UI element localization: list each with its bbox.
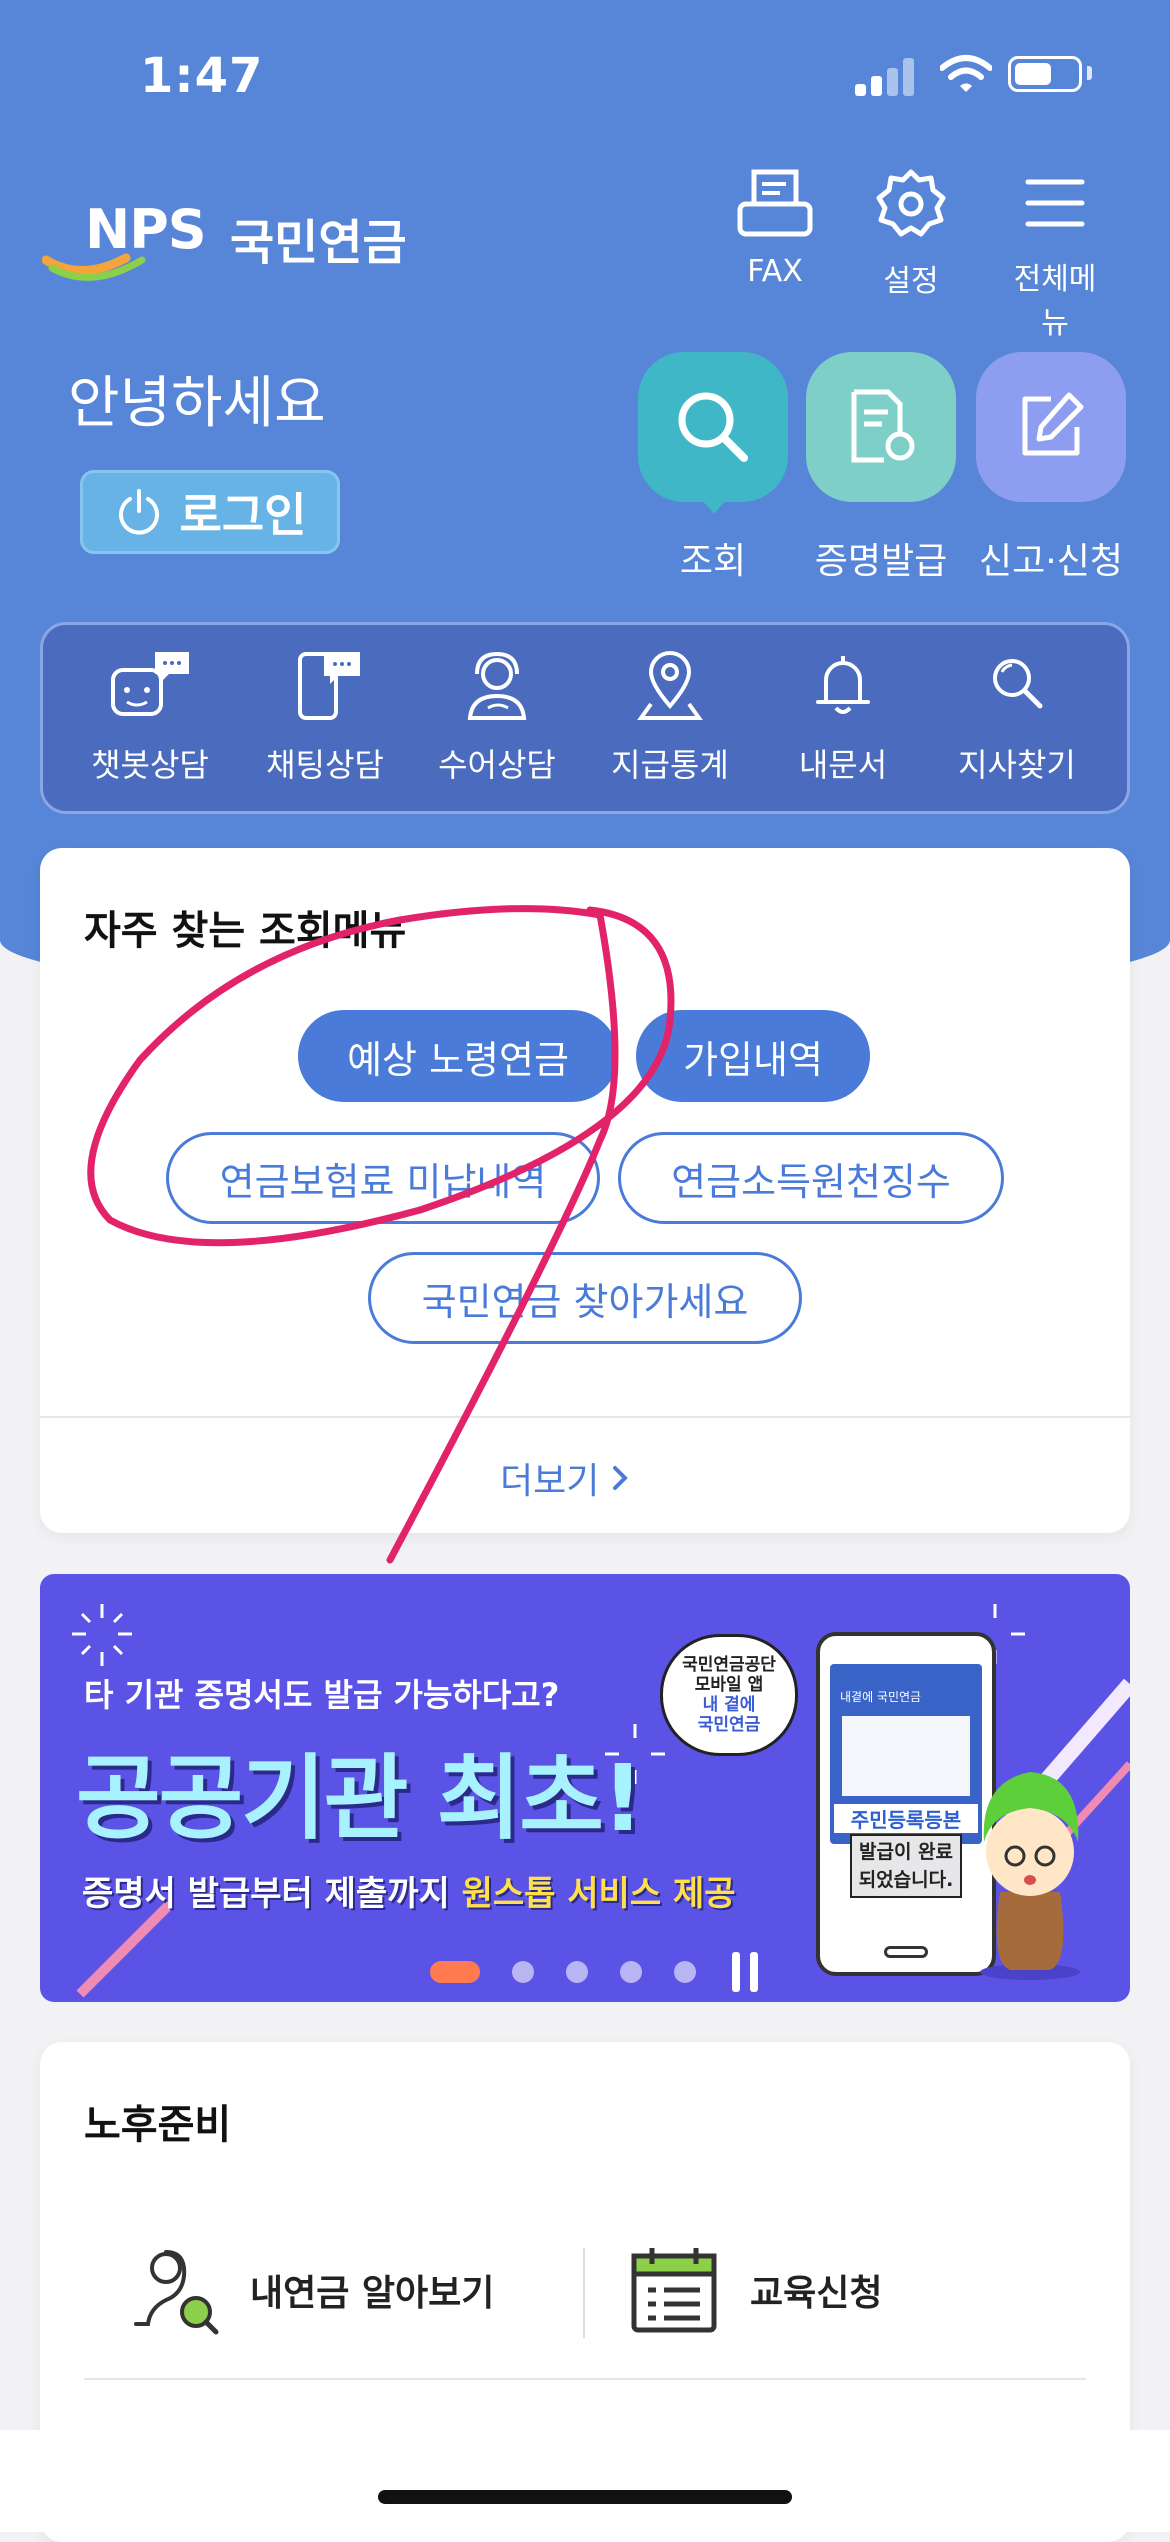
banner-subline: 증명서 발급부터 제출까지 원스톱 서비스 제공 xyxy=(82,1866,736,1915)
bubble-line4: 국민연금 xyxy=(697,1715,761,1735)
phone-header: 내곁에 국민연금 xyxy=(840,1690,922,1704)
branch-finder-label: 지사찾기 xyxy=(958,746,1076,784)
banner-headline: 공공기관 최초! xyxy=(76,1745,644,1852)
mascot-character xyxy=(980,1772,1080,1980)
login-label: 로그인 xyxy=(179,488,307,542)
settings-label: 설정 xyxy=(883,264,939,299)
edit-icon xyxy=(1022,392,1084,456)
map-pin-icon xyxy=(637,651,703,720)
menu-documents[interactable]: 내문서 xyxy=(758,648,928,786)
greeting-text: 안녕하세요 xyxy=(68,371,326,436)
page-dot[interactable] xyxy=(512,1961,534,1983)
report-tile xyxy=(976,352,1126,502)
retirement-item-pension[interactable]: 내연금 알아보기 xyxy=(126,2242,494,2338)
statistics-label: 지급통계 xyxy=(611,746,729,784)
pension-search-icon xyxy=(134,2250,219,2335)
bell-icon xyxy=(816,656,870,714)
page-dot-active[interactable] xyxy=(430,1961,480,1983)
retirement-item-education[interactable]: 교육신청 xyxy=(626,2242,882,2338)
chatbot-label: 챗봇상담 xyxy=(91,746,209,784)
calendar-icon xyxy=(631,2248,717,2333)
signal-icon xyxy=(855,58,915,96)
fax-label: FAX xyxy=(747,254,803,289)
banner-sub-highlight: 원스톱 서비스 제공 xyxy=(461,1874,736,1914)
retirement-divider xyxy=(84,2378,1086,2380)
banner-question: 타 기관 증명서도 발급 가능하다고? xyxy=(84,1676,560,1714)
chatbot-icon xyxy=(111,652,189,716)
menu-chatbot[interactable]: 챗봇상담 xyxy=(65,648,235,786)
all-menu-label: 전체메뉴 xyxy=(1013,262,1097,341)
menu-sign-language[interactable]: 수어상담 xyxy=(412,648,582,786)
documents-label: 내문서 xyxy=(798,746,888,784)
quick-action-certificate[interactable]: 증명발급 xyxy=(806,352,956,582)
quick-action-lookup[interactable]: 조회 xyxy=(638,352,788,582)
phone-msg1: 발급이 완료 xyxy=(858,1841,953,1863)
phone-mockup: 내곁에 국민연금 주민등록등본 발급이 완료 되었습니다. xyxy=(816,1632,996,1976)
education-item-label: 교육신청 xyxy=(750,2273,883,2314)
battery-icon xyxy=(1008,56,1082,92)
bubble-line2: 모바일 앱 xyxy=(694,1675,764,1695)
banner-sub-prefix: 증명서 발급부터 제출까지 xyxy=(82,1874,462,1914)
phone-message: 발급이 완료 되었습니다. xyxy=(850,1834,962,1898)
logo-brand: NPS xyxy=(85,198,207,261)
phone-msg2: 되었습니다. xyxy=(858,1869,954,1891)
home-indicator[interactable] xyxy=(378,2490,792,2504)
app-bubble: 국민연금공단 모바일 앱 내 곁에 국민연금 xyxy=(660,1634,798,1756)
wifi-icon xyxy=(940,55,992,92)
bottom-safe-area xyxy=(0,2430,1170,2532)
bubble-line3: 내 곁에 xyxy=(702,1695,756,1715)
quick-action-report[interactable]: 신고·신청 xyxy=(976,352,1126,582)
search-icon xyxy=(678,392,748,462)
menu-icon xyxy=(1025,179,1085,227)
banner-pagination xyxy=(430,1950,762,1994)
phone-title: 주민등록등본 xyxy=(834,1804,978,1833)
mobile-chat-icon xyxy=(298,652,360,720)
chat-label: 채팅상담 xyxy=(266,746,384,784)
lookup-tile xyxy=(638,352,788,502)
sign-language-icon xyxy=(467,651,527,720)
fax-button[interactable]: FAX xyxy=(720,168,830,289)
phone-document xyxy=(842,1716,970,1796)
sign-language-label: 수어상담 xyxy=(438,746,556,784)
bubble-line1: 국민연금공단 xyxy=(682,1655,776,1675)
page-dot[interactable] xyxy=(620,1961,642,1983)
page-dot[interactable] xyxy=(674,1961,696,1983)
item-divider xyxy=(583,2248,585,2338)
search-icon xyxy=(993,659,1043,709)
gear-icon xyxy=(876,169,946,237)
promo-banner[interactable]: 타 기관 증명서도 발급 가능하다고? 공공기관 최초! 증명서 발급부터 제출… xyxy=(40,1574,1130,2002)
logo-name: 국민연금 xyxy=(230,215,407,271)
status-time: 1:47 xyxy=(140,48,264,104)
pause-icon[interactable] xyxy=(728,1950,762,1994)
fax-icon xyxy=(737,169,813,237)
page-dot[interactable] xyxy=(566,1961,588,1983)
pink-annotation-scribble xyxy=(87,905,675,1564)
menu-statistics[interactable]: 지급통계 xyxy=(585,648,755,786)
certificate-icon xyxy=(851,389,915,463)
menu-chat[interactable]: 채팅상담 xyxy=(240,648,410,786)
certificate-tile xyxy=(806,352,956,502)
retirement-title: 노후준비 xyxy=(84,2102,232,2148)
pension-item-label: 내연금 알아보기 xyxy=(250,2273,495,2314)
login-button[interactable]: 로그인 xyxy=(80,470,340,554)
all-menu-button[interactable]: 전체메뉴 xyxy=(1000,168,1110,342)
power-icon xyxy=(118,489,159,535)
lookup-pointer xyxy=(702,500,726,514)
battery-tip xyxy=(1087,66,1092,80)
settings-button[interactable]: 설정 xyxy=(856,168,966,300)
menu-branch-finder[interactable]: 지사찾기 xyxy=(932,648,1102,786)
phone-home-button xyxy=(884,1946,928,1958)
report-label: 신고·신청 xyxy=(979,541,1123,582)
